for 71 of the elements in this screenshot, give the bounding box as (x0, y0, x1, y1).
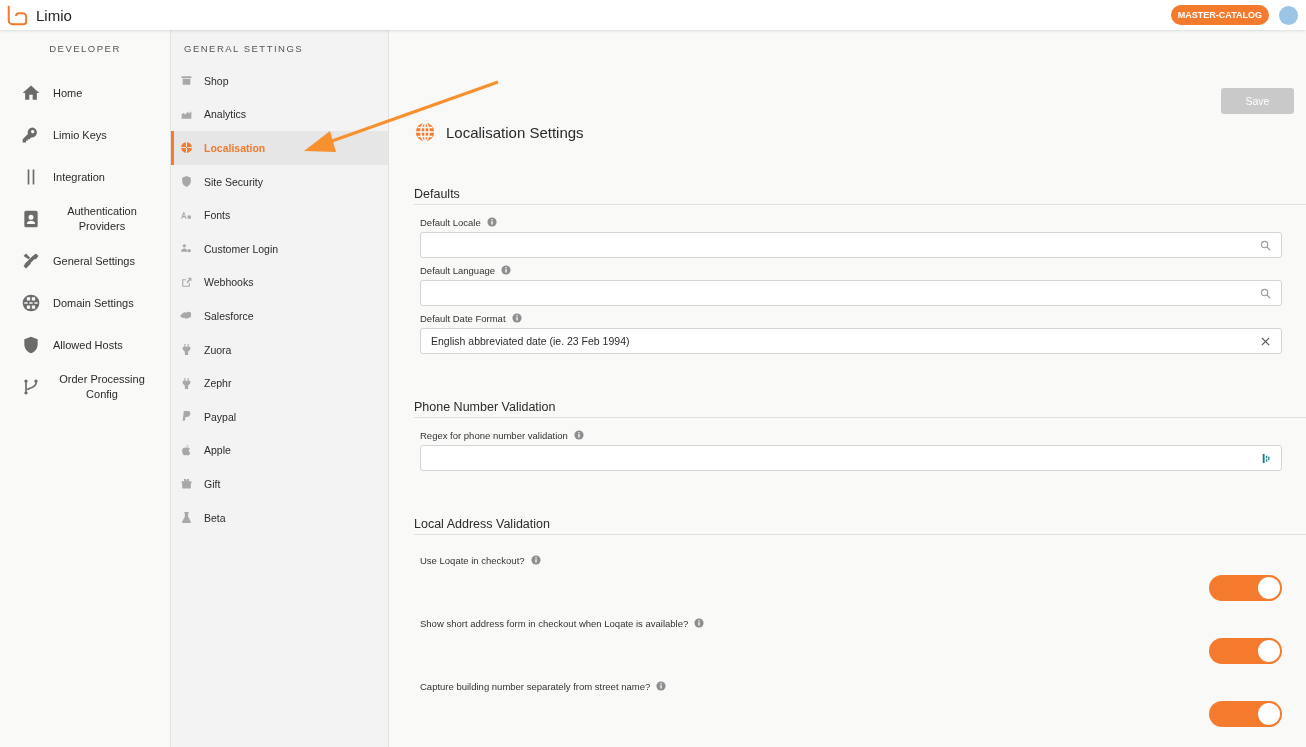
settings-nav-item[interactable]: Gift (171, 467, 388, 501)
settings-nav-item[interactable]: Salesforce (171, 299, 388, 333)
settings-nav-item[interactable]: Fonts (171, 198, 388, 232)
avatar-icon[interactable] (1279, 5, 1298, 25)
autofill-icon[interactable] (1260, 452, 1271, 464)
logo-icon (6, 4, 28, 26)
sidebar-title: DEVELOPER (48, 42, 122, 56)
search-field[interactable] (420, 280, 1282, 306)
apple-icon (180, 443, 193, 457)
home-icon (21, 83, 41, 103)
field-label: Default Language (420, 264, 495, 276)
toggle-switch[interactable] (1209, 638, 1282, 664)
settings-nav-item[interactable]: Paypal (171, 399, 388, 434)
section-heading: Phone Number Validation (414, 400, 1306, 418)
settings-nav-item[interactable]: Site Security (171, 164, 388, 199)
input-field[interactable] (420, 445, 1282, 471)
close-icon[interactable] (1260, 335, 1271, 347)
settings-nav-item[interactable]: Zuora (171, 332, 388, 367)
settings-nav-item[interactable]: Beta (171, 500, 388, 535)
section-heading: Local Address Validation (414, 517, 1306, 535)
field-label: Regex for phone number validation (420, 429, 568, 441)
sidebar-title: GENERAL SETTINGS (183, 42, 305, 56)
flask-icon (180, 511, 193, 524)
external-link-icon (180, 275, 193, 289)
sidebar-item[interactable]: Domain Settings (0, 282, 170, 324)
sidebar-item[interactable]: General Settings (0, 240, 170, 282)
info-icon[interactable] (511, 313, 522, 323)
page-title: Localisation Settings (446, 123, 584, 141)
settings-nav-item[interactable]: Customer Login (171, 231, 388, 266)
gift-icon (180, 477, 193, 491)
branch-icon (21, 377, 41, 397)
toggle-switch[interactable] (1209, 575, 1282, 601)
globe-icon (180, 141, 193, 155)
info-icon[interactable] (694, 618, 705, 628)
p-logo-icon (180, 410, 193, 424)
info-icon[interactable] (501, 265, 511, 275)
search-icon (1260, 287, 1271, 299)
sidebar-item[interactable]: Integration (0, 156, 170, 198)
info-icon[interactable] (530, 555, 541, 565)
info-icon[interactable] (573, 430, 584, 440)
info-icon[interactable] (486, 217, 497, 227)
shield-icon (21, 335, 41, 355)
field-label: Default Locale (420, 216, 481, 228)
search-icon (1260, 239, 1271, 251)
field-label: Capture building number separately from street name? (420, 680, 651, 692)
sidebar-item[interactable]: Authentication Providers (0, 198, 170, 240)
field-label: Use Loqate in checkout? (420, 554, 525, 566)
sidebar-item[interactable]: Allowed Hosts (0, 324, 170, 366)
shop-icon (180, 74, 193, 88)
search-field[interactable] (420, 232, 1282, 258)
globe-icon (21, 293, 41, 313)
select-field[interactable]: English abbreviated date (ie. 23 Feb 1994) (420, 328, 1282, 354)
settings-nav-item[interactable]: Webhooks (171, 265, 388, 300)
sidebar-item[interactable]: Order Processing Config (0, 366, 170, 408)
brand-name: Limio (36, 6, 72, 24)
settings-nav-item[interactable]: Shop (171, 64, 388, 98)
shield-icon (180, 175, 193, 189)
sidebar-item[interactable]: Home (0, 72, 170, 114)
settings-nav-item[interactable]: Analytics (171, 97, 388, 132)
section-heading: Defaults (414, 187, 1306, 205)
id-card-icon (21, 209, 41, 229)
field-label: Default Date Format (420, 312, 506, 324)
plug-icon (180, 343, 193, 357)
globe-icon (414, 121, 436, 143)
plug-icon (180, 376, 193, 390)
settings-nav-item[interactable]: Zephr (171, 366, 388, 400)
sidebar-item[interactable]: Limio Keys (0, 114, 170, 156)
info-icon[interactable] (656, 681, 667, 691)
toggle-switch[interactable] (1209, 701, 1282, 727)
field-label: Show short address form in checkout when Loqate is available? (420, 617, 689, 629)
settings-nav-item[interactable]: Apple (171, 433, 388, 468)
